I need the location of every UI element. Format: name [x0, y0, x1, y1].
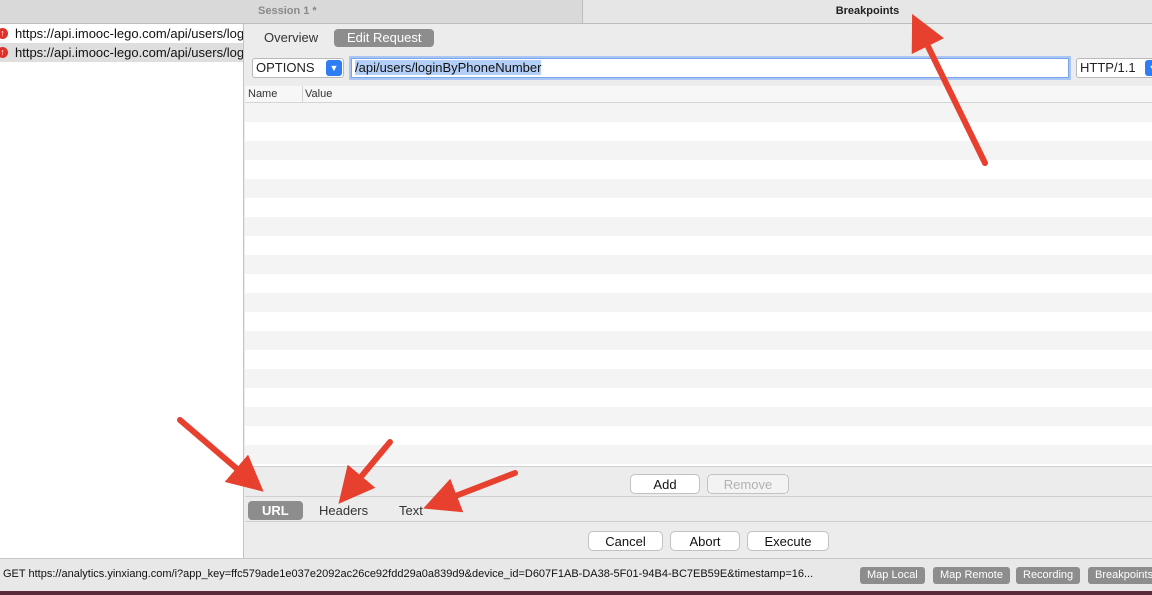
table-row[interactable]	[245, 426, 1152, 445]
window-bottom-edge	[0, 591, 1152, 595]
request-url: https://api.imooc-lego.com/api/users/log…	[15, 45, 243, 60]
abort-button[interactable]: Abort	[670, 531, 740, 551]
request-row[interactable]: ↑ https://api.imooc-lego.com/api/users/l…	[0, 24, 243, 43]
table-row[interactable]	[245, 160, 1152, 179]
table-row[interactable]	[245, 331, 1152, 350]
upload-arrow-icon: ↑	[0, 28, 8, 39]
table-row[interactable]	[245, 369, 1152, 388]
table-row[interactable]	[245, 255, 1152, 274]
tab-url[interactable]: URL	[248, 501, 303, 520]
column-header-name[interactable]: Name	[248, 86, 277, 102]
editor-subtabs: Overview Edit Request	[245, 24, 1152, 51]
breakpoint-editor: Overview Edit Request OPTIONS ▼ /api/use…	[245, 24, 1152, 558]
table-row[interactable]	[245, 141, 1152, 160]
table-rows	[245, 103, 1152, 466]
table-row[interactable]	[245, 445, 1152, 464]
add-button[interactable]: Add	[630, 474, 700, 494]
request-url: https://api.imooc-lego.com/api/users/log…	[15, 26, 243, 41]
query-params-table: Name Value	[245, 86, 1152, 466]
request-row[interactable]: ↑ https://api.imooc-lego.com/api/users/l…	[0, 43, 243, 62]
method-value: OPTIONS	[256, 60, 315, 75]
tab-session[interactable]: Session 1 *	[0, 0, 582, 23]
protocol-select[interactable]: HTTP/1.1 ▼	[1076, 58, 1152, 78]
path-input[interactable]: /api/users/loginByPhoneNumber	[351, 58, 1069, 78]
execute-button[interactable]: Execute	[747, 531, 829, 551]
table-row[interactable]	[245, 407, 1152, 426]
chevron-down-icon: ▼	[1145, 60, 1152, 76]
breakpoints-button[interactable]: Breakpoints	[1088, 567, 1152, 584]
table-header: Name Value	[245, 86, 1152, 103]
method-select[interactable]: OPTIONS ▼	[252, 58, 344, 78]
tab-breakpoints[interactable]: Breakpoints	[582, 0, 1152, 23]
table-row[interactable]	[245, 217, 1152, 236]
path-value: /api/users/loginByPhoneNumber	[355, 60, 542, 75]
protocol-value: HTTP/1.1	[1080, 60, 1136, 75]
status-bar: GET https://analytics.yinxiang.com/i?app…	[0, 558, 1152, 591]
action-bar: Cancel Abort Execute	[245, 521, 1152, 559]
table-row[interactable]	[245, 179, 1152, 198]
bottom-tabs: URL Headers Text	[245, 496, 1152, 521]
chevron-down-icon: ▼	[326, 60, 342, 76]
table-row[interactable]	[245, 236, 1152, 255]
table-row[interactable]	[245, 198, 1152, 217]
table-row[interactable]	[245, 350, 1152, 369]
tab-edit-request[interactable]: Edit Request	[334, 29, 435, 47]
request-list-panel: ↑ https://api.imooc-lego.com/api/users/l…	[0, 24, 244, 558]
recording-button[interactable]: Recording	[1016, 567, 1081, 584]
session-tab-bar: Session 1 * Breakpoints	[0, 0, 1152, 24]
table-row[interactable]	[245, 293, 1152, 312]
cancel-button[interactable]: Cancel	[588, 531, 663, 551]
table-row[interactable]	[245, 274, 1152, 293]
remove-button[interactable]: Remove	[707, 474, 789, 494]
tab-headers[interactable]: Headers	[305, 501, 382, 520]
table-row[interactable]	[245, 103, 1152, 122]
upload-arrow-icon: ↑	[0, 47, 8, 58]
map-remote-button[interactable]: Map Remote	[933, 567, 1010, 584]
table-row[interactable]	[245, 312, 1152, 331]
status-text: GET https://analytics.yinxiang.com/i?app…	[3, 568, 814, 580]
map-local-button[interactable]: Map Local	[860, 567, 925, 584]
row-button-bar: Add Remove	[245, 466, 1152, 497]
table-row[interactable]	[245, 388, 1152, 407]
column-header-value[interactable]: Value	[302, 86, 332, 102]
tab-text[interactable]: Text	[385, 501, 437, 520]
tab-overview[interactable]: Overview	[251, 29, 331, 47]
table-row[interactable]	[245, 122, 1152, 141]
